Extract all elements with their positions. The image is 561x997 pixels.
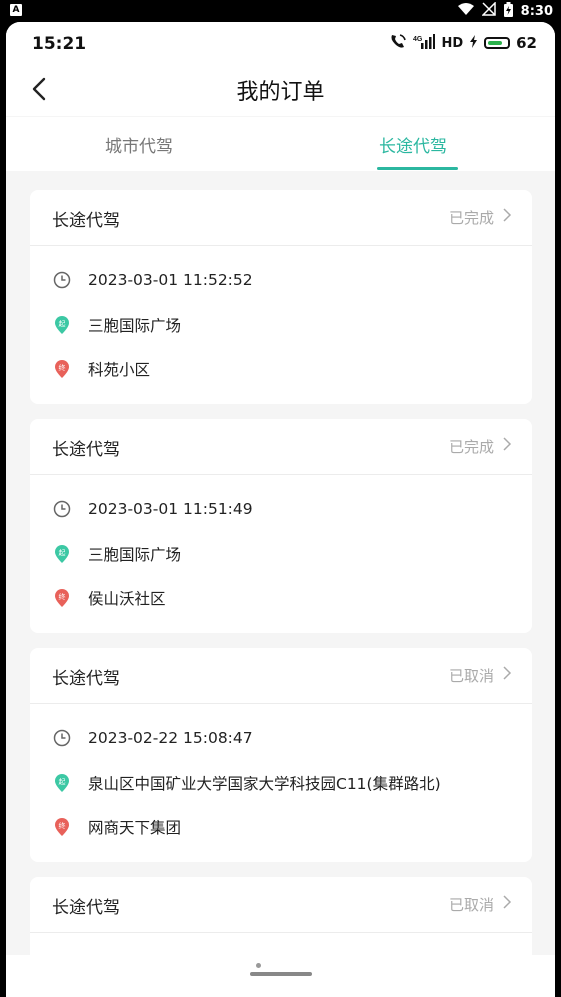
order-end-row: 终 网商天下集团 xyxy=(52,816,181,838)
svg-text:终: 终 xyxy=(59,592,66,601)
nav-bar: 我的订单 xyxy=(6,62,555,116)
home-indicator[interactable] xyxy=(250,972,312,976)
start-pin-icon: 起 xyxy=(52,315,72,335)
order-time: 2023-03-01 11:52:52 xyxy=(88,271,253,289)
start-pin-icon: 起 xyxy=(52,544,72,564)
order-start-row: 起 三胞国际广场 xyxy=(52,543,181,565)
order-type: 长途代驾 xyxy=(52,669,120,689)
svg-text:起: 起 xyxy=(59,778,66,786)
chevron-right-icon xyxy=(503,208,512,222)
signal-4g-icon: 4G xyxy=(413,33,436,53)
order-status: 已取消 xyxy=(448,667,494,685)
app-status-bar: 15:21 4G HD 62 xyxy=(6,22,555,62)
tab-long-distance-driving[interactable]: 长途代驾 xyxy=(379,132,447,157)
order-end-address: 侯山沃社区 xyxy=(88,590,166,608)
system-time: 8:30 xyxy=(520,3,553,19)
call-icon xyxy=(389,33,407,53)
page-title: 我的订单 xyxy=(236,80,325,105)
order-card-header[interactable]: 长途代驾 已完成 xyxy=(30,419,532,475)
svg-text:起: 起 xyxy=(59,320,66,328)
end-pin-icon: 终 xyxy=(52,817,72,837)
no-signal-icon xyxy=(480,1,496,20)
order-start-address: 泉山区中国矿业大学国家大学科技园C11(集群路北) xyxy=(88,775,441,793)
svg-text:终: 终 xyxy=(59,821,66,830)
tab-city-driving[interactable]: 城市代驾 xyxy=(105,132,173,157)
order-status: 已完成 xyxy=(448,209,494,227)
gesture-bar-area xyxy=(6,955,555,997)
chevron-right-icon xyxy=(503,895,512,909)
gesture-dot xyxy=(256,963,261,968)
active-tab-indicator xyxy=(377,167,458,170)
order-type: 长途代驾 xyxy=(52,898,120,918)
battery-level: 62 xyxy=(516,34,537,52)
status-time: 15:21 xyxy=(32,34,87,54)
order-time: 2023-02-22 15:08:47 xyxy=(88,729,253,747)
notification-a-icon: A xyxy=(10,4,22,16)
clock-icon xyxy=(52,270,72,290)
order-start-row: 起 泉山区中国矿业大学国家大学科技园C11(集群路北) xyxy=(52,772,441,794)
order-card-header[interactable]: 长途代驾 已完成 xyxy=(30,190,532,246)
order-time: 2023-03-01 11:51:49 xyxy=(88,500,253,518)
charging-bolt-icon xyxy=(469,34,478,52)
clock-icon xyxy=(52,499,72,519)
order-card[interactable]: 长途代驾 已完成 2023-03-01 11:52:52 起 三胞国际广场 终 … xyxy=(30,190,532,404)
clock-icon xyxy=(52,728,72,748)
order-time-row: 2023-02-22 15:08:47 xyxy=(52,728,253,748)
order-tabs: 城市代驾 长途代驾 xyxy=(6,117,555,171)
battery-charging-icon xyxy=(503,1,513,21)
chevron-right-icon xyxy=(503,666,512,680)
wifi-icon xyxy=(457,2,474,20)
order-type: 长途代驾 xyxy=(52,211,120,231)
end-pin-icon: 终 xyxy=(52,359,72,379)
order-status: 已完成 xyxy=(448,438,494,456)
order-time-row: 2023-03-01 11:52:52 xyxy=(52,270,253,290)
chevron-right-icon xyxy=(503,437,512,451)
svg-text:终: 终 xyxy=(59,363,66,372)
order-status: 已取消 xyxy=(448,896,494,914)
system-status-icons: 8:30 xyxy=(457,1,553,21)
order-start-address: 三胞国际广场 xyxy=(88,546,182,564)
status-icons: 4G HD 62 xyxy=(389,33,537,53)
order-end-address: 网商天下集团 xyxy=(88,819,182,837)
order-card[interactable]: 长途代驾 已完成 2023-03-01 11:51:49 起 三胞国际广场 终 … xyxy=(30,419,532,633)
order-end-address: 科苑小区 xyxy=(88,361,151,379)
battery-icon xyxy=(484,37,511,49)
order-type: 长途代驾 xyxy=(52,440,120,460)
hd-icon: HD xyxy=(441,35,464,51)
order-end-row: 终 科苑小区 xyxy=(52,358,150,380)
end-pin-icon: 终 xyxy=(52,588,72,608)
phone-screen: 15:21 4G HD 62 我的订单 城市代驾 长途代驾 长途代驾 已完成 2… xyxy=(6,22,555,997)
order-time-row: 2023-03-01 11:51:49 xyxy=(52,499,253,519)
svg-text:起: 起 xyxy=(59,549,66,557)
start-pin-icon: 起 xyxy=(52,773,72,793)
order-card-header[interactable]: 长途代驾 已取消 xyxy=(30,877,532,933)
order-card[interactable]: 长途代驾 已取消 2023-02-22 15:08:47 起 泉山区中国矿业大学… xyxy=(30,648,532,862)
order-end-row: 终 侯山沃社区 xyxy=(52,587,166,609)
system-status-bar: A 8:30 xyxy=(0,0,561,22)
order-card-header[interactable]: 长途代驾 已取消 xyxy=(30,648,532,704)
svg-text:4G: 4G xyxy=(413,36,423,43)
order-start-row: 起 三胞国际广场 xyxy=(52,314,181,336)
order-start-address: 三胞国际广场 xyxy=(88,317,182,335)
